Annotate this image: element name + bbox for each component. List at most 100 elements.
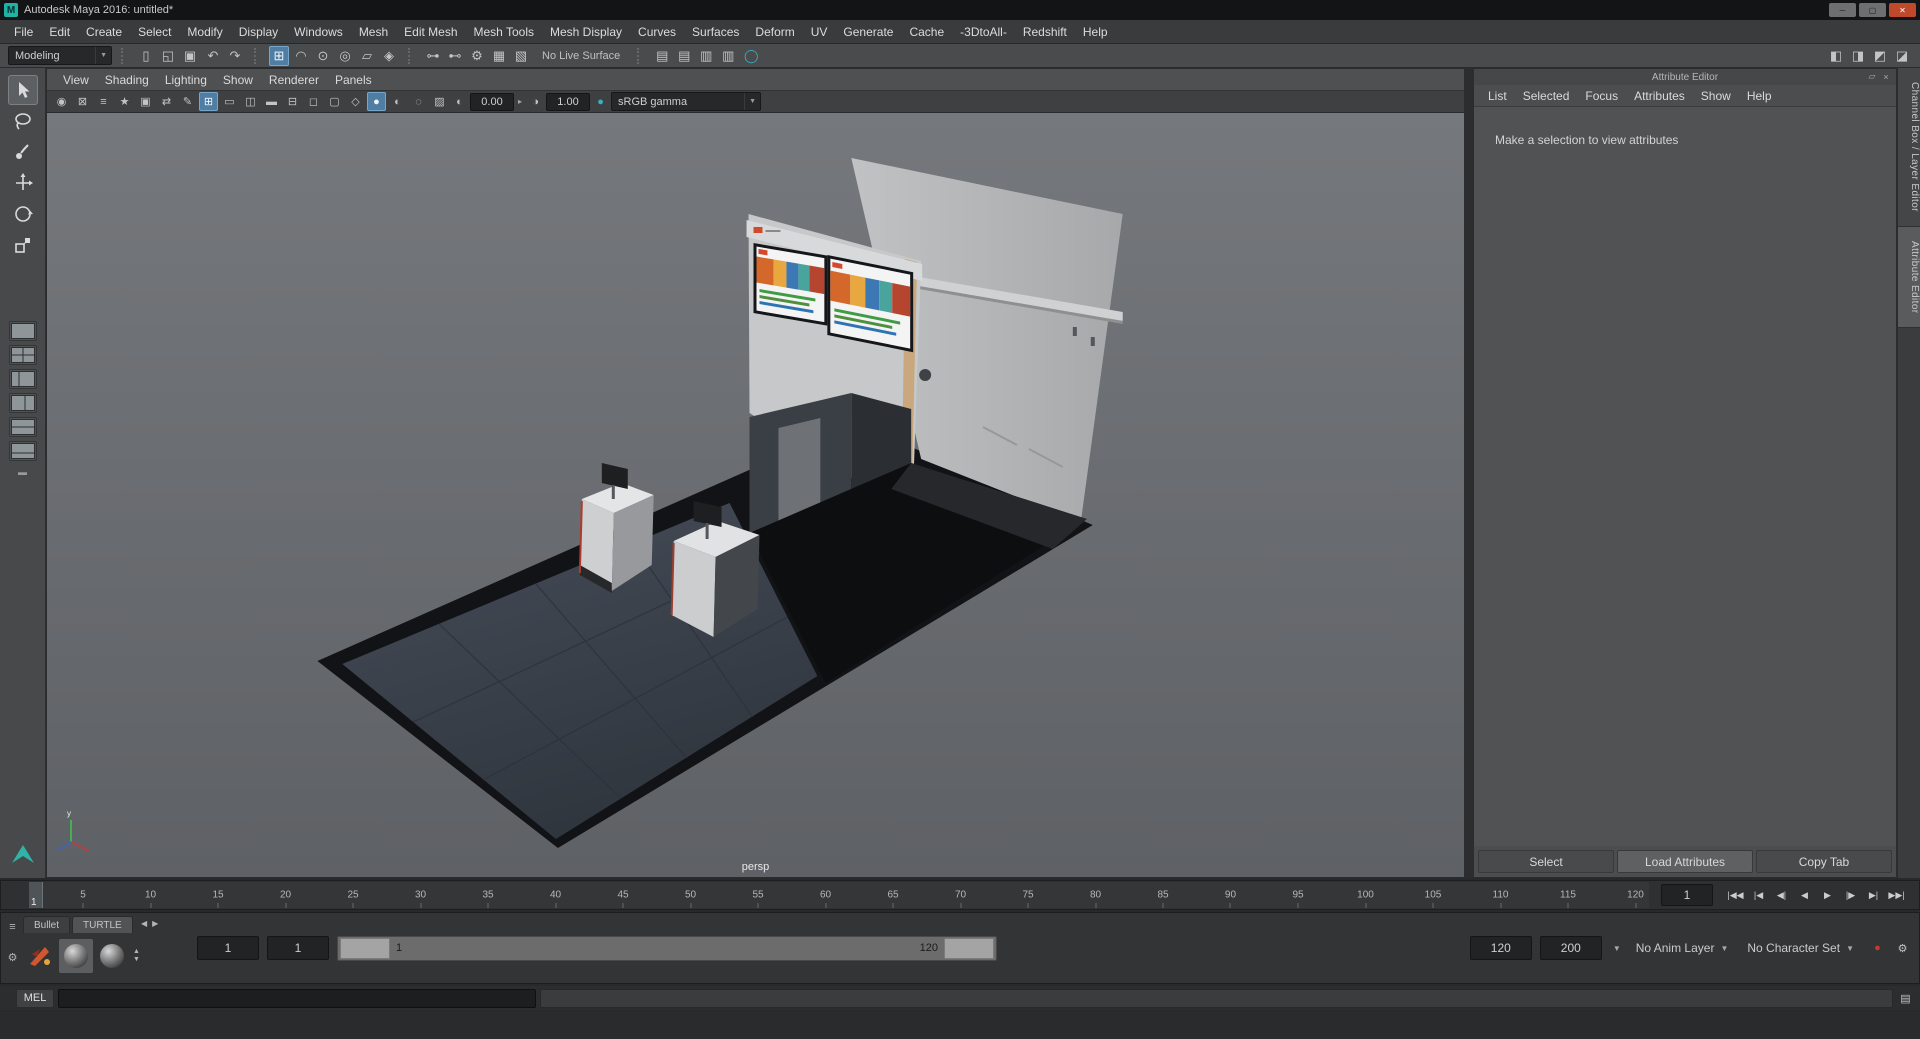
- menu-mesh-display[interactable]: Mesh Display: [542, 22, 630, 42]
- exposure-icon[interactable]: ◐: [450, 92, 469, 111]
- step-back-frame-button[interactable]: ◀|: [1771, 883, 1792, 907]
- menu-set-selector[interactable]: Modeling ▼: [8, 46, 112, 65]
- ae-menu-help[interactable]: Help: [1739, 87, 1780, 105]
- copy-tab-button[interactable]: Copy Tab: [1756, 850, 1892, 873]
- frame-label-100[interactable]: 100: [1357, 890, 1374, 901]
- menu-uv[interactable]: UV: [803, 22, 836, 42]
- expand-icon[interactable]: ▸: [515, 97, 525, 106]
- time-slider[interactable]: 1 5 10 15 20 25 30 35 40 45 50 55 60 65 70 75 80 85 90 95 1…: [0, 880, 1920, 910]
- menu-surfaces[interactable]: Surfaces: [684, 22, 747, 42]
- gamma-icon[interactable]: ◑: [526, 92, 545, 111]
- exposure-field[interactable]: [470, 92, 514, 111]
- make-object-live-icon[interactable]: ◈: [379, 46, 399, 66]
- bookmarks-icon[interactable]: ★: [115, 92, 134, 111]
- gamma-field[interactable]: [546, 92, 591, 111]
- menu-cache[interactable]: Cache: [901, 22, 952, 42]
- shelf-options-gear-icon[interactable]: ⚙: [4, 949, 21, 966]
- undo-icon[interactable]: ↶: [203, 46, 223, 66]
- select-button[interactable]: Select: [1478, 850, 1614, 873]
- frame-label-110[interactable]: 110: [1493, 890, 1509, 901]
- close-button[interactable]: ✕: [1889, 3, 1916, 17]
- frame-label-85[interactable]: 85: [1157, 890, 1168, 901]
- animation-end-field[interactable]: [1539, 936, 1602, 960]
- smooth-shade-all-icon[interactable]: ●: [367, 92, 386, 111]
- ae-menu-show[interactable]: Show: [1693, 87, 1739, 105]
- frame-label-90[interactable]: 90: [1225, 890, 1236, 901]
- poly-count-faces-icon[interactable]: ▥: [696, 46, 716, 66]
- frame-label-95[interactable]: 95: [1292, 890, 1303, 901]
- tab-channel-box-layer-editor[interactable]: Channel Box / Layer Editor: [1898, 68, 1920, 227]
- snap-to-view-plane-icon[interactable]: ▱: [357, 46, 377, 66]
- menu-create[interactable]: Create: [78, 22, 130, 42]
- frame-label-5[interactable]: 5: [80, 890, 86, 901]
- menu-select[interactable]: Select: [130, 22, 179, 42]
- field-chart-icon[interactable]: ⊟: [283, 92, 302, 111]
- frame-label-115[interactable]: 115: [1560, 890, 1576, 901]
- tab-attribute-editor[interactable]: Attribute Editor: [1898, 226, 1920, 329]
- save-scene-icon[interactable]: ▣: [180, 46, 200, 66]
- shelf-tab-next-icon[interactable]: ▶: [152, 919, 158, 928]
- range-start-handle[interactable]: [340, 937, 390, 959]
- toolbox-footer-icon[interactable]: [10, 843, 36, 870]
- show-channel-box-icon[interactable]: ◩: [1870, 46, 1890, 66]
- two-d-pan-zoom-icon[interactable]: ⇄: [157, 92, 176, 111]
- range-end-handle[interactable]: [944, 937, 994, 959]
- frame-label-60[interactable]: 60: [820, 890, 831, 901]
- panel-menu-shading[interactable]: Shading: [97, 71, 157, 89]
- layout-single-pane-button[interactable]: [8, 321, 37, 341]
- toolbar-grip[interactable]: [121, 47, 127, 64]
- range-options-caret-icon[interactable]: ▼: [1610, 944, 1624, 953]
- new-scene-icon[interactable]: ▯: [136, 46, 156, 66]
- layout-two-pane-stacked-button[interactable]: [8, 417, 37, 437]
- shelf-tab-turtle[interactable]: TURTLE: [72, 916, 133, 933]
- frame-label-30[interactable]: 30: [415, 890, 426, 901]
- playback-range-slider[interactable]: 1 120: [337, 935, 997, 961]
- current-frame-field[interactable]: [1661, 884, 1713, 906]
- safe-title-icon[interactable]: ▢: [325, 92, 344, 111]
- show-tool-settings-icon[interactable]: ◨: [1848, 46, 1868, 66]
- film-gate-icon[interactable]: ▭: [220, 92, 239, 111]
- highlight-selection-mode-icon[interactable]: ◯: [741, 46, 761, 66]
- layout-two-pane-side-button[interactable]: [8, 393, 37, 413]
- show-workspace-icon[interactable]: ◪: [1892, 46, 1912, 66]
- animation-start-field[interactable]: [197, 936, 259, 960]
- menu-windows[interactable]: Windows: [286, 22, 351, 42]
- ae-menu-list[interactable]: List: [1480, 87, 1515, 105]
- frame-label-75[interactable]: 75: [1022, 890, 1033, 901]
- anim-layer-selector[interactable]: No Anim Layer ▼: [1632, 941, 1736, 955]
- select-tool-icon[interactable]: [7, 75, 38, 105]
- frame-label-45[interactable]: 45: [617, 890, 628, 901]
- safe-action-icon[interactable]: ◻: [304, 92, 323, 111]
- menu-curves[interactable]: Curves: [630, 22, 684, 42]
- layout-persp-graph-button[interactable]: [8, 441, 37, 461]
- input-connections-icon[interactable]: ⊶: [423, 46, 443, 66]
- minimize-button[interactable]: ─: [1829, 3, 1856, 17]
- frame-label-20[interactable]: 20: [280, 890, 291, 901]
- snap-to-projected-center-icon[interactable]: ◎: [335, 46, 355, 66]
- command-feedback[interactable]: [540, 988, 1893, 1008]
- command-line-language-button[interactable]: MEL: [16, 988, 54, 1008]
- menu-file[interactable]: File: [6, 22, 41, 42]
- lock-camera-icon[interactable]: ⊠: [73, 92, 92, 111]
- view-transform-selector[interactable]: sRGB gamma ▼: [611, 92, 762, 111]
- frame-label-25[interactable]: 25: [347, 890, 358, 901]
- output-connections-icon[interactable]: ⊷: [445, 46, 465, 66]
- construction-history-icon[interactable]: ⚙: [467, 46, 487, 66]
- turtle-sphere-2-icon[interactable]: [95, 939, 129, 973]
- snap-to-point-icon[interactable]: ⊙: [313, 46, 333, 66]
- viewport-3d-canvas[interactable]: y persp: [47, 113, 1464, 877]
- toolbar-grip[interactable]: [408, 47, 414, 64]
- paint-select-tool-icon[interactable]: [8, 137, 38, 167]
- shelf-scroll-arrows[interactable]: ▲ ▼: [133, 948, 140, 964]
- panel-menu-lighting[interactable]: Lighting: [157, 71, 215, 89]
- scale-tool-icon[interactable]: [8, 230, 38, 260]
- show-attribute-editor-icon[interactable]: ◧: [1826, 46, 1846, 66]
- poly-count-tris-icon[interactable]: ▥: [718, 46, 738, 66]
- toolbar-grip[interactable]: [637, 47, 643, 64]
- frame-label-65[interactable]: 65: [887, 890, 898, 901]
- image-plane-icon[interactable]: ▣: [136, 92, 155, 111]
- close-panel-icon[interactable]: ×: [1879, 69, 1893, 84]
- rotate-tool-icon[interactable]: [8, 199, 38, 229]
- menu-3dtoall[interactable]: -3DtoAll-: [952, 22, 1015, 42]
- panel-menu-renderer[interactable]: Renderer: [261, 71, 327, 89]
